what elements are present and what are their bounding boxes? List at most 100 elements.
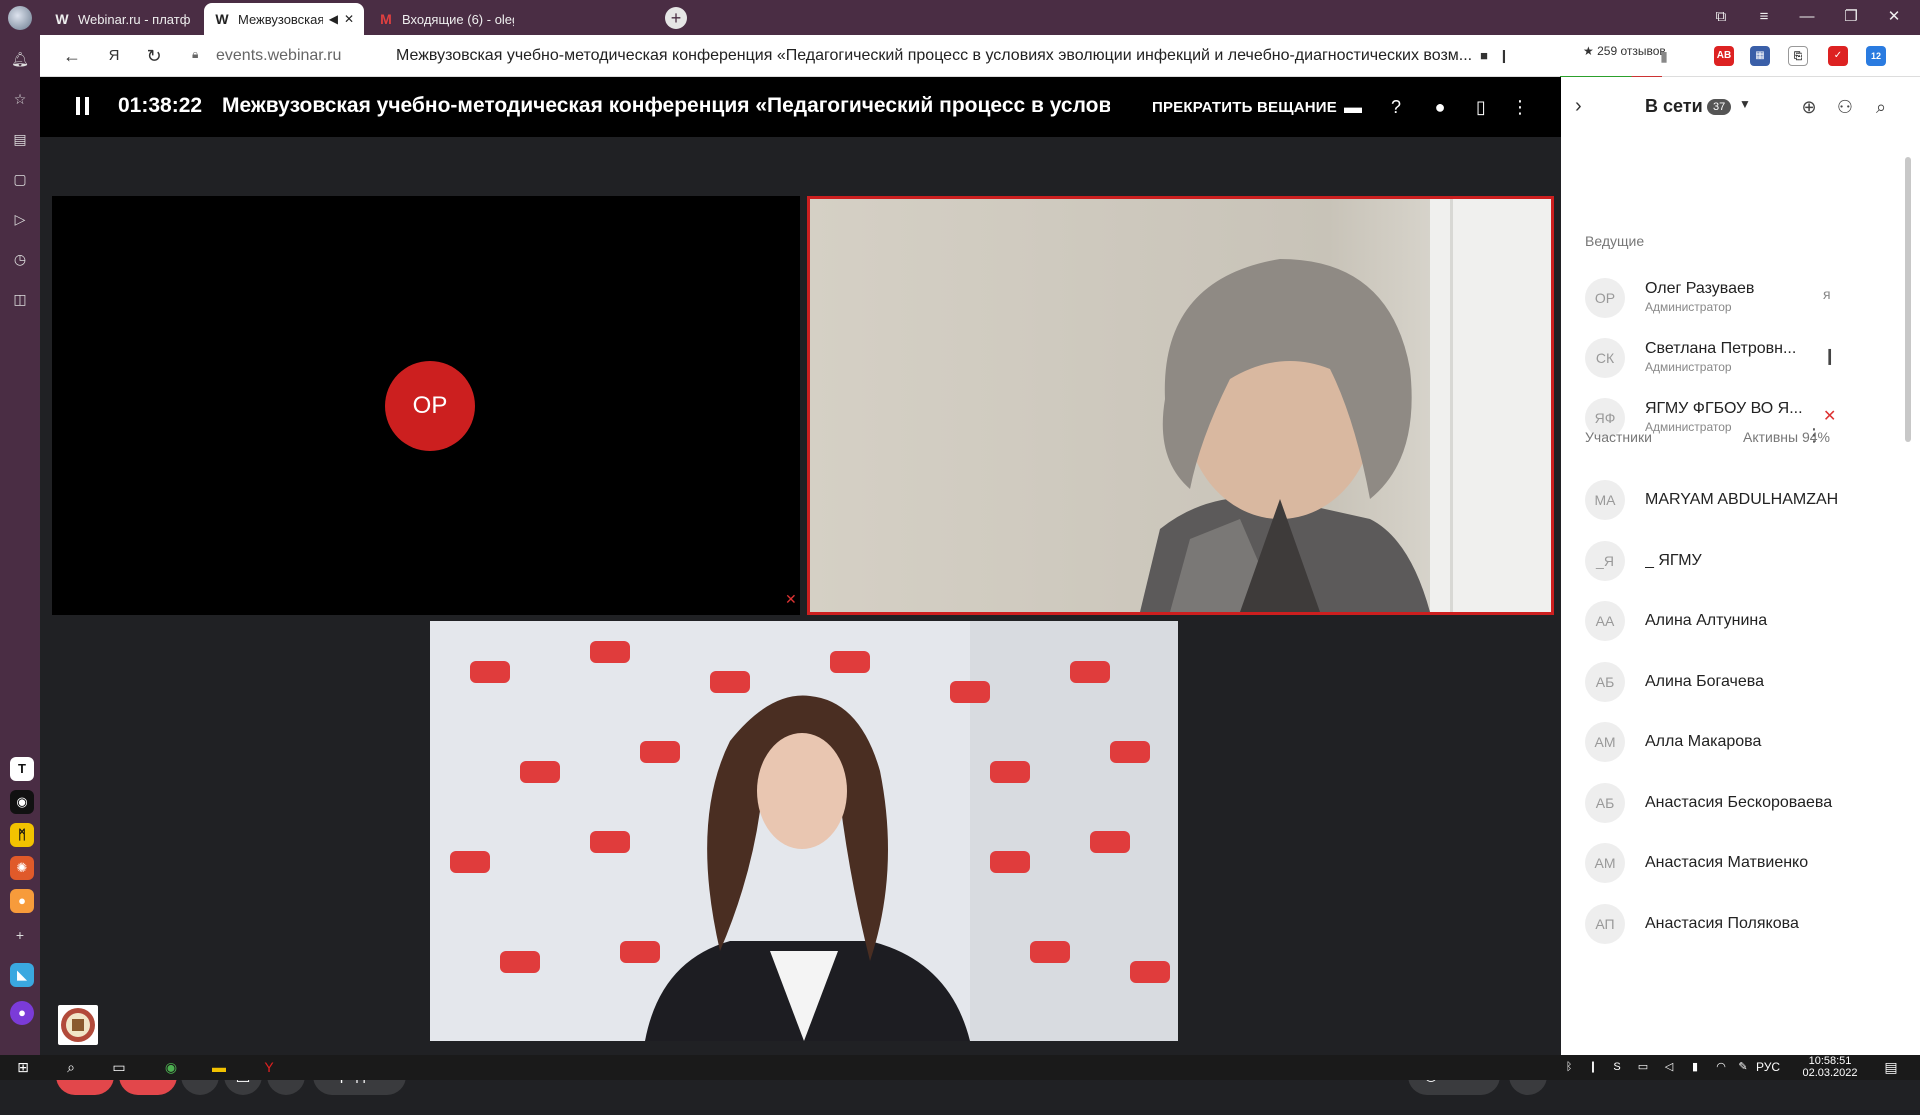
participant-item[interactable]: АП Анастасия Полякова (1561, 894, 1901, 954)
close-window-icon[interactable]: ✕ (1880, 6, 1908, 28)
search-icon[interactable]: ⌕ (60, 1057, 82, 1078)
system-clock[interactable]: 10:58:51 02.03.2022 (1800, 1055, 1860, 1079)
speaker-icon[interactable]: ◀ (329, 12, 338, 26)
rail-app-chat-icon[interactable]: ◉ (10, 790, 34, 814)
reload-icon[interactable]: ↻ (142, 44, 166, 68)
person-name: MARYAM ABDULHAMZAH (1645, 491, 1839, 508)
wifi-icon[interactable]: ◠ (1710, 1057, 1732, 1078)
rail-app-messenger-icon[interactable]: ◣ (10, 963, 34, 987)
tab-conference[interactable]: W Межвузовская учебі ◀ ✕ (204, 3, 364, 35)
participant-item[interactable]: _Я _ ЯГМУ (1561, 531, 1901, 591)
host-item[interactable]: СК Светлана Петровн... Администратор ❙ (1561, 328, 1901, 388)
close-tab-icon[interactable]: ✕ (344, 12, 354, 26)
collections-icon[interactable]: ▤ (10, 129, 30, 149)
more-options-icon[interactable]: ⋮ (1805, 425, 1823, 446)
host-item[interactable]: ОР Олег Разуваев Администратор я (1561, 268, 1901, 328)
menu-icon[interactable]: ≡ (1750, 6, 1778, 28)
yandex-icon[interactable]: Я (102, 44, 126, 68)
rail-app-zen-icon[interactable]: ᛗ (10, 823, 34, 847)
file-explorer-icon[interactable]: ▬ (208, 1057, 230, 1078)
chat-icon[interactable]: ▬ (1340, 94, 1366, 120)
online-filter[interactable]: В сети (1645, 96, 1703, 117)
rail-app-music-icon[interactable]: ✺ (10, 856, 34, 880)
participant-item[interactable]: АБ Анастасия Бескороваева (1561, 773, 1901, 833)
speaker-video-feed (810, 199, 1551, 612)
stop-broadcast-button[interactable]: ПРЕКРАТИТЬ ВЕЩАНИЕ (1152, 99, 1337, 116)
address-bar: ← Я ↻ 🔒︎ events.webinar.ru Межвузовская … (40, 35, 1920, 79)
history-icon[interactable]: ◷ (10, 249, 30, 269)
tab-webinar-platform[interactable]: W Webinar.ru - платформа д (44, 3, 200, 35)
extension-icon[interactable]: ▦ (1750, 46, 1770, 66)
microphone-tray-icon[interactable]: ❙ (1582, 1057, 1604, 1078)
avatar: АМ (1585, 843, 1625, 883)
video-icon[interactable]: ▷ (10, 209, 30, 229)
windows-start-icon[interactable]: ⊞ (12, 1057, 34, 1078)
microphone-icon[interactable]: ❙ (1823, 346, 1836, 366)
back-icon[interactable]: ← (60, 44, 84, 68)
panel-scrollbar[interactable] (1905, 157, 1911, 442)
avatar: MA (1585, 480, 1625, 520)
avatar: ОР (1585, 278, 1625, 318)
lock-icon[interactable]: 🔒︎ (192, 47, 198, 62)
url-domain[interactable]: events.webinar.ru (216, 47, 341, 65)
video-tile-speaker[interactable] (807, 196, 1554, 615)
battery-icon[interactable]: ▮ (1684, 1057, 1706, 1078)
mic-indicator-icon[interactable]: ❙ (1492, 44, 1516, 68)
person-name: Алина Богачева (1645, 673, 1765, 690)
add-participant-icon[interactable]: ⊕ (1797, 95, 1821, 119)
broadcast-timer: 01:38:22 (118, 94, 203, 117)
more-options-icon[interactable]: ⋮ (1507, 94, 1533, 120)
video-tile-host[interactable]: ОР ✕ (52, 196, 800, 615)
volume-icon[interactable]: ◁ (1658, 1057, 1680, 1078)
participants-icon[interactable]: ● (1427, 94, 1453, 120)
skype-icon[interactable]: S (1606, 1057, 1628, 1078)
bookmark-icon[interactable]: ▮ (1652, 44, 1676, 68)
collapse-panel-icon[interactable]: › (1575, 95, 1582, 118)
tab-mail-inbox[interactable]: M Входящие (6) - oleg.razuva (368, 3, 524, 35)
bluetooth-icon[interactable]: ᛒ (1558, 1057, 1580, 1078)
extension-badge-icon[interactable]: ✓ (1828, 46, 1848, 66)
pen-icon[interactable]: ✎ (1732, 1057, 1754, 1078)
participant-item[interactable]: АМ Анастасия Матвиенко (1561, 833, 1901, 893)
person-role: Администратор (1645, 420, 1732, 434)
group-icon[interactable]: ⚇ (1833, 95, 1857, 119)
participant-item[interactable]: АБ Алина Богачева (1561, 652, 1901, 712)
maximize-icon[interactable]: ❐ (1837, 6, 1865, 28)
video-tile-participant[interactable] (430, 621, 1178, 1041)
rail-app-t[interactable]: T (10, 757, 34, 781)
adblock-extension-icon[interactable]: AB (1714, 46, 1734, 66)
person-name: Светлана Петровн... (1645, 340, 1797, 357)
collections-extension-icon[interactable]: ⎘ (1788, 46, 1808, 66)
add-app-icon[interactable]: + (10, 925, 30, 945)
participant-item[interactable]: АМ Алла Макарова (1561, 712, 1901, 772)
browser-logo[interactable] (8, 6, 32, 30)
mail-favicon-icon: M (380, 11, 392, 27)
participant-item[interactable]: АА Алина Алтунина (1561, 591, 1901, 651)
chevron-down-icon[interactable]: ▼ (1739, 97, 1751, 111)
downloads-icon[interactable]: 12 (1866, 46, 1886, 66)
minimize-icon[interactable]: — (1793, 6, 1821, 28)
search-icon[interactable]: ⌕ (1869, 95, 1893, 119)
yandex-browser-icon[interactable]: Y (258, 1057, 280, 1078)
notifications-icon[interactable]: 🔔︎ (10, 49, 30, 69)
tab-count-icon[interactable]: ▢ (10, 169, 30, 189)
new-tab-button[interactable]: + (665, 7, 687, 29)
favorites-star-icon[interactable]: ☆ (10, 89, 30, 109)
materials-icon[interactable]: ▯ (1468, 94, 1494, 120)
bookmark-manager-icon[interactable]: ⧉ (1707, 6, 1735, 28)
microphone-muted-icon[interactable]: ✕ (1823, 406, 1836, 426)
notification-center-icon[interactable]: ▤ (1880, 1057, 1902, 1078)
screenshot-icon[interactable]: ◫ (10, 289, 30, 309)
person-role: Администратор (1645, 300, 1732, 314)
url-page-title[interactable]: Межвузовская учебно-методическая конфере… (396, 47, 1476, 65)
participant-item[interactable]: MA MARYAM ABDULHAMZAH (1561, 470, 1901, 530)
task-view-icon[interactable]: ▭ (108, 1057, 130, 1078)
rail-app-ok-icon[interactable]: ● (10, 889, 34, 913)
keyboard-language[interactable]: РУС (1756, 1060, 1780, 1074)
alice-assistant-icon[interactable]: ● (10, 1001, 34, 1025)
chrome-icon[interactable]: ◉ (160, 1057, 182, 1078)
questions-icon[interactable]: ? (1383, 94, 1409, 120)
pause-icon[interactable] (76, 97, 90, 115)
network-icon[interactable]: ▭ (1632, 1057, 1654, 1078)
os-taskbar: ⊞ ⌕ ▭ ◉ ▬ Y ᛒ ❙ S ▭ ◁ ▮ ◠ ✎ РУС 10:58:51… (0, 1055, 1920, 1080)
